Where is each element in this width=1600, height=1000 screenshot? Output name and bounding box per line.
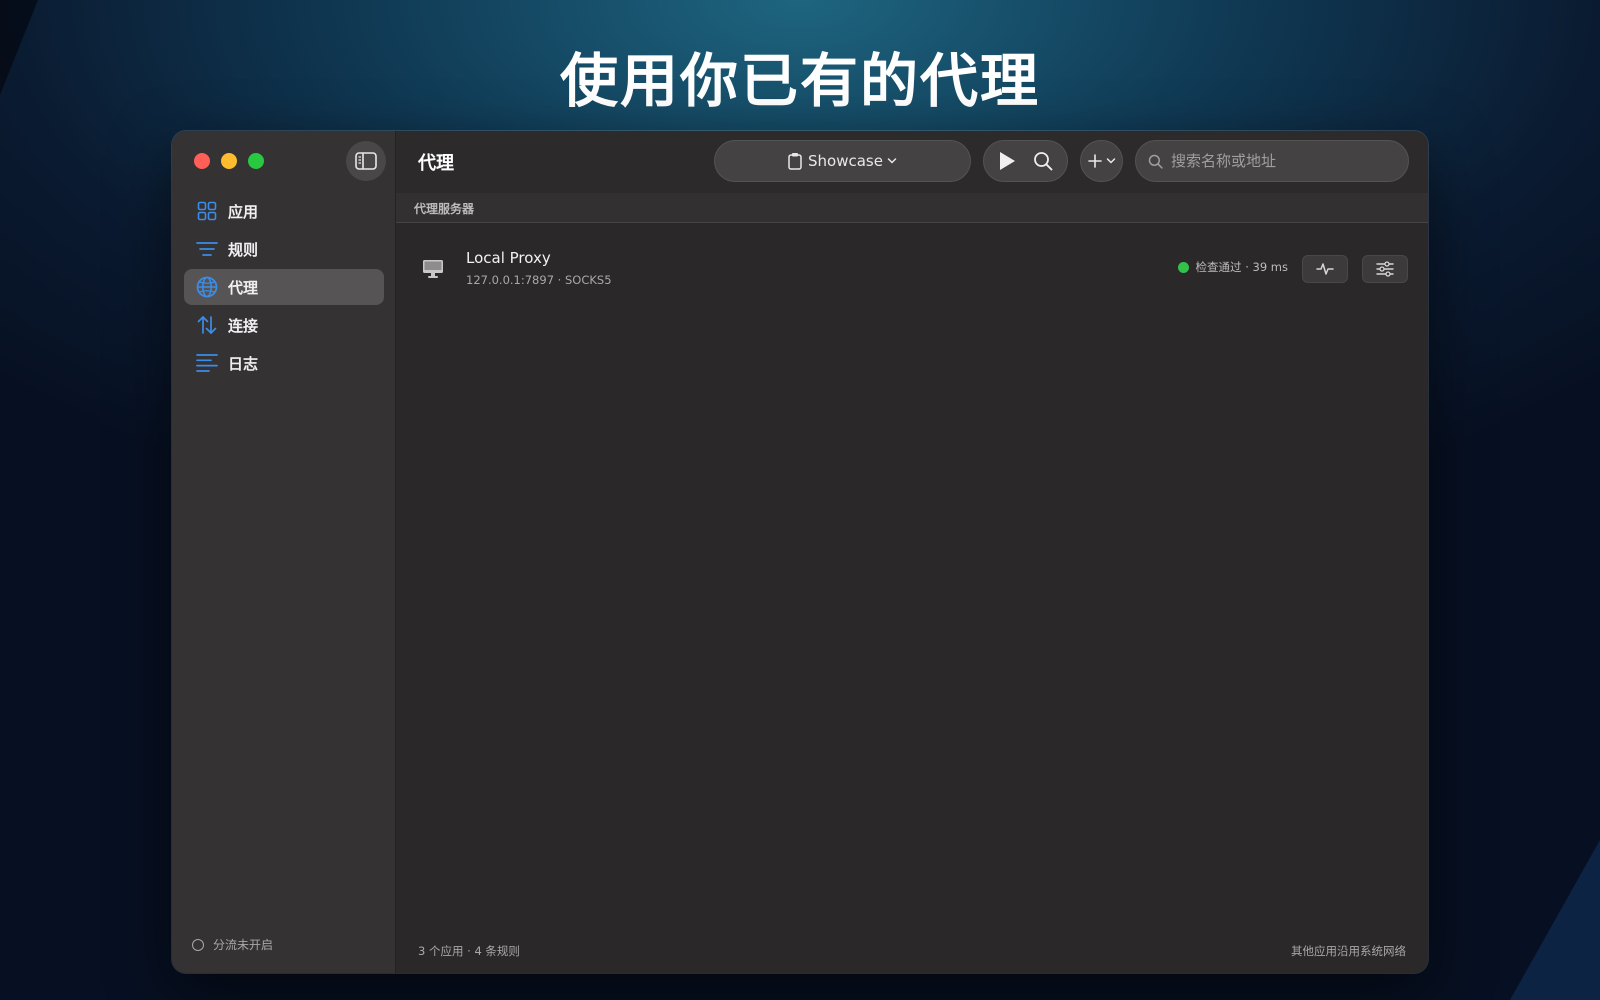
pulse-icon: [1316, 263, 1334, 275]
list-lines-icon: [196, 238, 218, 260]
proxy-status-label: 检查通过 · 39 ms: [1195, 260, 1288, 274]
profile-label: Showcase: [808, 152, 883, 170]
sidebar-item-logs[interactable]: 日志: [184, 345, 384, 381]
search-button[interactable]: [1033, 151, 1053, 171]
monitor-icon: [422, 259, 444, 283]
section-header: 代理服务器: [396, 193, 1428, 223]
profile-selector[interactable]: Showcase: [714, 140, 971, 182]
status-circle-icon: [192, 938, 204, 951]
toolbar: 代理 Showcase: [396, 131, 1428, 193]
log-lines-icon: [196, 352, 218, 374]
proxy-status: 检查通过 · 39 ms: [1177, 259, 1288, 275]
search-icon: [1033, 152, 1053, 171]
sidebar-item-connections[interactable]: 连接: [184, 307, 384, 343]
main-content: 代理 Showcase 搜索名称或地址 代理服务器 Local Proxy 12…: [396, 131, 1428, 973]
proxy-address: 127.0.0.1:7897 · SOCKS5: [466, 273, 612, 287]
arrows-updown-icon: [196, 314, 218, 336]
check-latency-button[interactable]: [1302, 255, 1348, 283]
close-window-button[interactable]: [194, 153, 210, 169]
proxy-name: Local Proxy: [466, 249, 551, 267]
status-dot-icon: [1177, 261, 1189, 273]
proxy-row[interactable]: Local Proxy 127.0.0.1:7897 · SOCKS5 检查通过…: [396, 243, 1428, 299]
footer-summary: 3 个应用 · 4 条规则: [418, 944, 520, 958]
app-window: 应用 规则 代理 连接 日志 分流未开启 代理 Showcase 搜索名称或地址…: [172, 131, 1428, 973]
plus-icon: [1087, 154, 1102, 168]
search-icon: [1148, 154, 1163, 169]
routing-status-label: 分流未开启: [213, 938, 274, 952]
sidebar-icon: [355, 152, 377, 170]
background-decoration: [1510, 840, 1600, 1000]
page-title: 代理: [418, 153, 454, 174]
globe-icon: [196, 276, 218, 298]
add-proxy-button[interactable]: [1080, 140, 1123, 182]
sidebar-item-label: 日志: [228, 354, 259, 373]
sidebar-item-label: 应用: [228, 202, 259, 221]
sidebar-item-label: 规则: [228, 240, 259, 259]
clipboard-icon: [788, 153, 802, 170]
sidebar-nav: 应用 规则 代理 连接 日志: [184, 193, 384, 383]
proxy-settings-button[interactable]: [1362, 255, 1408, 283]
play-icon: [1000, 152, 1016, 170]
minimize-window-button[interactable]: [221, 153, 237, 169]
sliders-icon: [1376, 261, 1394, 277]
chevron-down-icon: [887, 158, 897, 164]
zoom-window-button[interactable]: [248, 153, 264, 169]
action-group: [983, 140, 1068, 182]
sidebar-item-label: 代理: [228, 278, 259, 297]
start-button[interactable]: [998, 151, 1016, 171]
sidebar-item-rules[interactable]: 规则: [184, 231, 384, 267]
sidebar-item-label: 连接: [228, 316, 259, 335]
headline: 使用你已有的代理: [559, 47, 1040, 115]
footer-note: 其他应用沿用系统网络: [1291, 944, 1406, 958]
sidebar-toggle-button[interactable]: [346, 141, 386, 181]
sidebar-item-proxy[interactable]: 代理: [184, 269, 384, 305]
sidebar-item-apps[interactable]: 应用: [184, 193, 384, 229]
sidebar: 应用 规则 代理 连接 日志 分流未开启: [172, 131, 396, 973]
routing-status[interactable]: 分流未开启: [192, 936, 273, 953]
window-controls: [194, 153, 264, 169]
grid-icon: [196, 200, 218, 222]
chevron-down-icon: [1106, 158, 1115, 164]
search-field[interactable]: [1135, 140, 1409, 182]
search-input[interactable]: [1171, 152, 1381, 170]
